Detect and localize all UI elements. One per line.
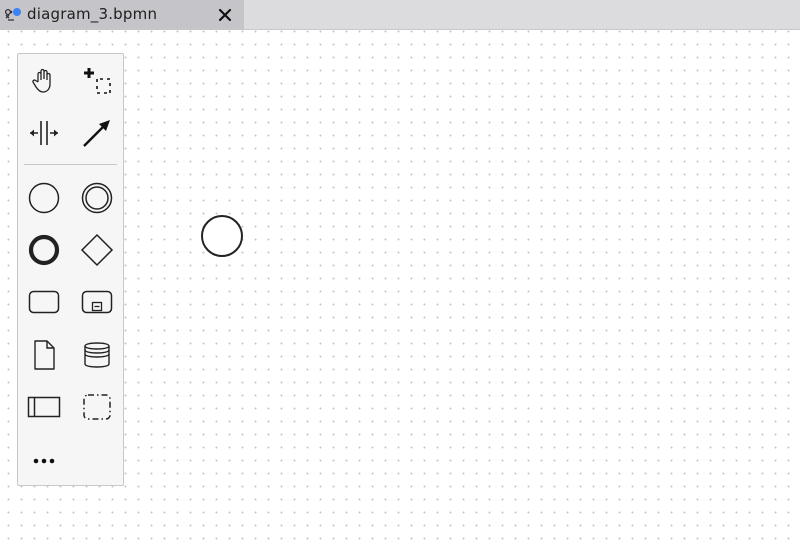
tool-palette [17,53,124,486]
start-event-tool[interactable] [22,176,66,220]
hand-icon [32,68,51,93]
gateway-tool[interactable] [75,228,119,272]
data-store-icon [84,342,110,368]
connect-tool[interactable] [75,111,119,155]
arrow-icon [83,120,110,147]
task-tool[interactable] [22,280,66,324]
start-event-shape[interactable] [200,214,244,258]
more-icon [33,458,55,464]
end-event-icon [28,234,60,266]
pool-tool[interactable] [22,385,66,429]
end-event-tool[interactable] [22,228,66,272]
data-object-icon [34,340,55,370]
intermediate-event-icon [81,182,113,214]
close-icon[interactable] [218,8,232,22]
bpmn-modeler-icon [4,8,21,21]
subprocess-icon [81,290,113,314]
tab-diagram[interactable]: diagram_3.bpmn [0,0,244,30]
group-icon [83,394,111,420]
subprocess-tool[interactable] [75,280,119,324]
space-icon [30,121,58,145]
gateway-icon [80,233,114,267]
start-event-icon [28,182,60,214]
lasso-tool[interactable] [75,59,119,103]
pool-icon [27,396,61,418]
task-icon [28,290,60,314]
palette-separator [24,164,117,165]
hand-tool[interactable] [22,59,66,103]
data-store-tool[interactable] [75,333,119,377]
lasso-icon [84,68,111,94]
tab-title: diagram_3.bpmn [27,5,158,23]
space-tool[interactable] [22,111,66,155]
tab-bar: diagram_3.bpmn [0,0,800,30]
intermediate-event-tool[interactable] [75,176,119,220]
data-object-tool[interactable] [22,333,66,377]
more-tools-button[interactable] [22,437,66,481]
group-tool[interactable] [75,385,119,429]
